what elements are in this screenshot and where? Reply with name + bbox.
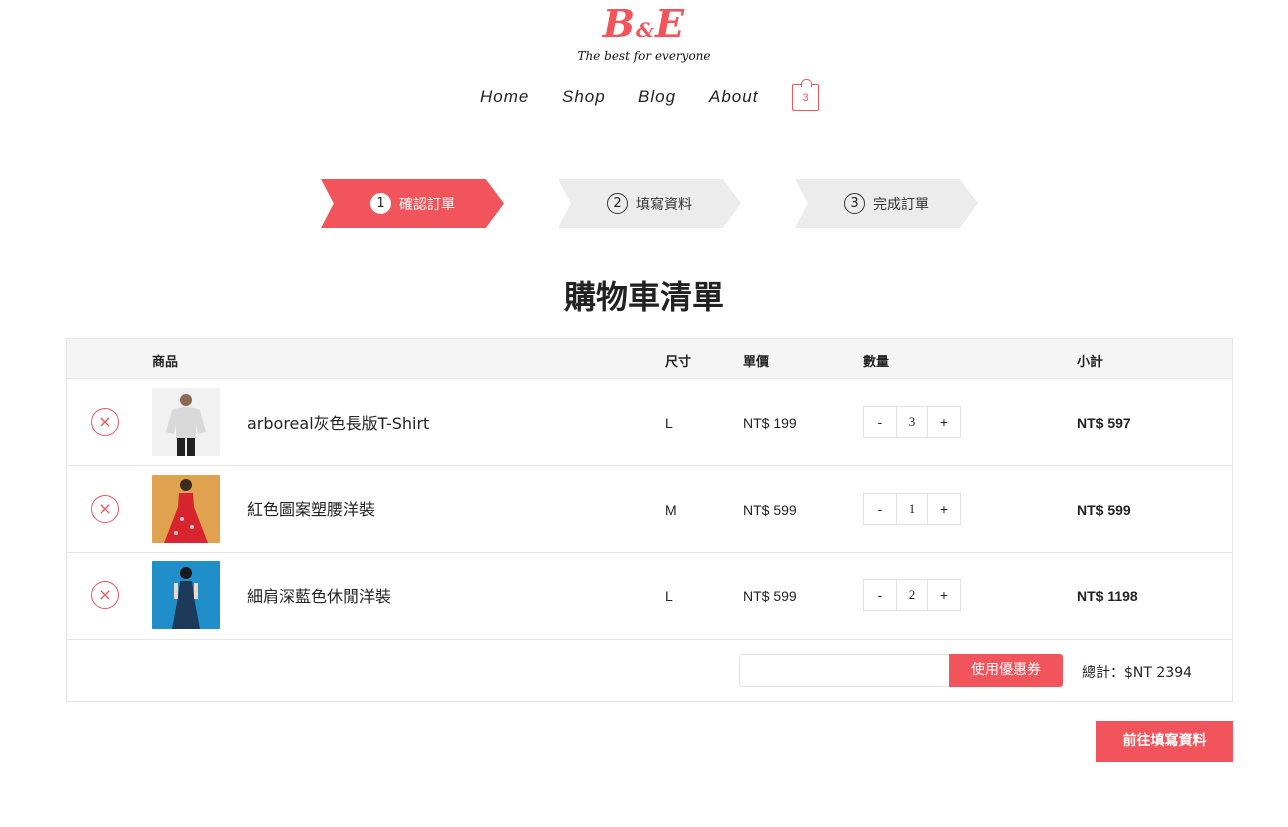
tagline: The best for everyone xyxy=(577,49,711,63)
step-label: 確認訂單 xyxy=(399,196,455,213)
table-row: × arboreal灰色長版T-Shirt L NT$ 199 - 3 + NT… xyxy=(67,379,1232,466)
step-label: 完成訂單 xyxy=(873,196,929,213)
product-size: L xyxy=(665,588,673,604)
product-price: NT$ 199 xyxy=(743,415,797,431)
header-price: 單價 xyxy=(743,355,770,370)
table-row: × 紅色圖案塑腰洋裝 M NT$ 599 - 1 + NT$ 599 xyxy=(67,466,1232,553)
nav-shop[interactable]: Shop xyxy=(562,87,606,107)
product-thumbnail-blue-dress[interactable] xyxy=(152,561,220,629)
remove-item-icon[interactable]: × xyxy=(91,495,119,523)
logo-letter-e: E xyxy=(655,1,686,46)
quantity-input[interactable]: 1 xyxy=(896,494,928,524)
header-size: 尺寸 xyxy=(665,355,692,370)
quantity-stepper: - 1 + xyxy=(863,493,961,525)
product-price: NT$ 599 xyxy=(743,502,797,518)
cart-count: 3 xyxy=(802,92,809,104)
product-name[interactable]: 紅色圖案塑腰洋裝 xyxy=(247,496,375,520)
logo-letter-b: B xyxy=(602,1,637,46)
step-complete-order: 3 完成訂單 xyxy=(795,179,978,228)
product-price: NT$ 599 xyxy=(743,588,797,604)
apply-coupon-button[interactable]: 使用優惠券 xyxy=(949,654,1063,687)
quantity-stepper: - 3 + xyxy=(863,406,961,438)
product-name[interactable]: 細肩深藍色休閒洋裝 xyxy=(247,583,391,607)
quantity-stepper: - 2 + xyxy=(863,579,961,611)
cart-table: 商品 尺寸 單價 數量 小計 × arboreal灰色長版T-Shirt L N… xyxy=(66,338,1233,702)
logo-ampersand: & xyxy=(636,18,656,42)
quantity-input[interactable]: 3 xyxy=(896,407,928,437)
header-quantity: 數量 xyxy=(863,355,890,370)
main-nav: Home Shop Blog About 3 xyxy=(0,79,1288,114)
header-product: 商品 xyxy=(152,355,179,370)
increase-button[interactable]: + xyxy=(928,580,960,610)
order-total: 總計：$NT 2394 xyxy=(1082,665,1193,681)
decrease-button[interactable]: - xyxy=(864,407,896,437)
coupon-input[interactable] xyxy=(739,654,951,687)
step-number: 2 xyxy=(607,193,628,214)
product-subtotal: NT$ 599 xyxy=(1077,502,1131,518)
increase-button[interactable]: + xyxy=(928,494,960,524)
page-title: 購物車清單 xyxy=(563,278,724,316)
cart-bag-icon[interactable]: 3 xyxy=(792,79,819,111)
step-number: 1 xyxy=(370,193,391,214)
step-fill-info: 2 填寫資料 xyxy=(558,179,741,228)
proceed-to-checkout-button[interactable]: 前往填寫資料 xyxy=(1096,721,1233,762)
product-size: M xyxy=(665,502,677,518)
product-name[interactable]: arboreal灰色長版T-Shirt xyxy=(247,410,429,434)
table-header: 商品 尺寸 單價 數量 小計 xyxy=(67,339,1232,379)
header-subtotal: 小計 xyxy=(1077,355,1104,370)
quantity-input[interactable]: 2 xyxy=(896,580,928,610)
step-label: 填寫資料 xyxy=(636,196,692,213)
product-size: L xyxy=(665,415,673,431)
decrease-button[interactable]: - xyxy=(864,580,896,610)
remove-item-icon[interactable]: × xyxy=(91,581,119,609)
step-confirm-order: 1 確認訂單 xyxy=(321,179,504,228)
logo[interactable]: B&E xyxy=(0,2,1288,52)
product-thumbnail-gray-shirt[interactable] xyxy=(152,388,220,456)
decrease-button[interactable]: - xyxy=(864,494,896,524)
step-number: 3 xyxy=(844,193,865,214)
increase-button[interactable]: + xyxy=(928,407,960,437)
nav-about[interactable]: About xyxy=(709,87,758,107)
nav-blog[interactable]: Blog xyxy=(638,87,676,107)
product-subtotal: NT$ 1198 xyxy=(1077,588,1138,604)
product-subtotal: NT$ 597 xyxy=(1077,415,1131,431)
table-row: × 細肩深藍色休閒洋裝 L NT$ 599 - 2 + NT$ 1198 xyxy=(67,553,1232,640)
product-thumbnail-red-dress[interactable] xyxy=(152,475,220,543)
nav-home[interactable]: Home xyxy=(480,87,529,107)
remove-item-icon[interactable]: × xyxy=(91,408,119,436)
